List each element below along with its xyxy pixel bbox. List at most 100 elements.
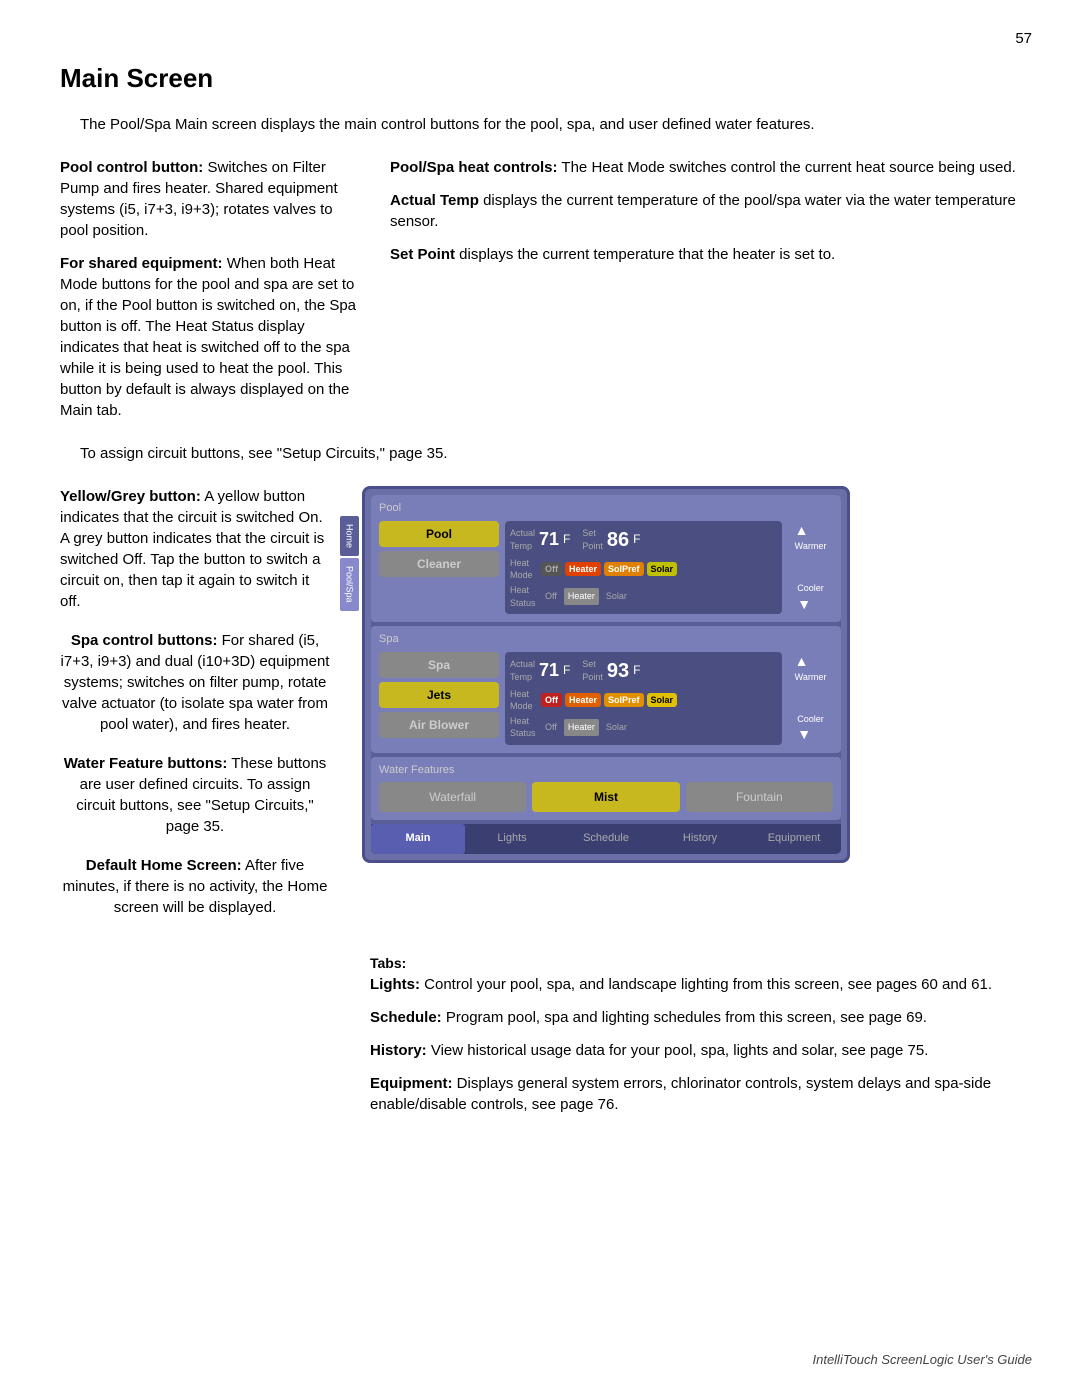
tab-equipment[interactable]: Equipment <box>747 824 841 853</box>
spa-cooler-arrow: ▼ <box>797 725 824 745</box>
spa-hm-solpref[interactable]: SolPref <box>604 693 644 707</box>
schedule-tab-desc: Schedule: Program pool, spa and lighting… <box>370 1007 1020 1028</box>
assign-note: To assign circuit buttons, see "Setup Ci… <box>60 443 1020 464</box>
spa-actual-unit: F <box>563 662 570 679</box>
tab-bar: Main Lights Schedule History Equipment <box>371 824 841 853</box>
pool-control-bold: Pool control button: <box>60 159 203 176</box>
pool-circuit-buttons: Pool Cleaner <box>379 521 499 614</box>
history-tab-desc: History: View historical usage data for … <box>370 1040 1020 1061</box>
water-features-label: Water Features <box>379 763 833 778</box>
screen-ui: Pool Pool Cleaner Actual <box>362 486 850 862</box>
spa-warmer-arrow: ▲ <box>795 652 827 672</box>
spa-button[interactable]: Spa <box>379 652 499 678</box>
lights-text: Control your pool, spa, and landscape li… <box>420 976 992 993</box>
water-feature-bold: Water Feature buttons: <box>64 755 228 772</box>
spa-control-annotation: Spa control buttons: For shared (i5, i7+… <box>60 630 330 735</box>
yellow-grey-bold: Yellow/Grey button: <box>60 488 201 505</box>
spa-cooler-label: Cooler <box>797 713 824 726</box>
page-title: Main Screen <box>60 60 1020 96</box>
side-navigation: Home Pool/Spa <box>340 516 359 611</box>
spa-label: Spa <box>379 632 833 647</box>
left-below <box>60 954 340 1127</box>
pool-set-unit: F <box>633 531 640 548</box>
heat-controls-text: The Heat Mode switches control the curre… <box>558 159 1016 176</box>
pool-actual-unit: F <box>563 531 570 548</box>
spa-hs-off: Off <box>541 719 561 736</box>
shared-equipment-para: For shared equipment: When both Heat Mod… <box>60 253 360 421</box>
spa-circuit-buttons: Spa Jets Air Blower <box>379 652 499 745</box>
spa-hs-heater: Heater <box>564 719 599 736</box>
tab-history[interactable]: History <box>653 824 747 853</box>
mist-button[interactable]: Mist <box>532 782 679 812</box>
footer-text: IntelliTouch ScreenLogic User's Guide <box>812 1351 1032 1369</box>
tab-schedule[interactable]: Schedule <box>559 824 653 853</box>
spa-warmer-label: Warmer <box>795 671 827 684</box>
pool-hs-off: Off <box>541 588 561 605</box>
lights-bold: Lights: <box>370 976 420 993</box>
water-feature-buttons: Waterfall Mist Fountain <box>379 782 833 812</box>
pool-hs-heater: Heater <box>564 588 599 605</box>
history-bold: History: <box>370 1042 427 1059</box>
right-annotations <box>850 486 1020 936</box>
spa-actual-temp: 71 <box>539 658 559 683</box>
pool-hm-solpref[interactable]: SolPref <box>604 562 644 576</box>
pool-button[interactable]: Pool <box>379 521 499 547</box>
yellow-grey-annotation: Yellow/Grey button: A yellow button indi… <box>60 486 330 612</box>
pool-hm-solar[interactable]: Solar <box>647 562 678 576</box>
spa-hs-solar: Solar <box>602 719 631 736</box>
water-feature-annotation: Water Feature buttons: These buttons are… <box>60 753 330 837</box>
tabs-section: Tabs: Lights: Control your pool, spa, an… <box>370 954 1020 1127</box>
equipment-bold: Equipment: <box>370 1075 453 1092</box>
set-point-bold: Set Point <box>390 246 455 263</box>
spa-set-unit: F <box>633 662 640 679</box>
tabs-header: Tabs: <box>370 954 1020 974</box>
actual-temp-text: displays the current temperature of the … <box>390 192 1016 230</box>
pool-warmer-cooler: ▲ Warmer Cooler ▼ <box>788 521 833 614</box>
air-blower-button[interactable]: Air Blower <box>379 712 499 738</box>
pool-set-point: 86 <box>607 526 629 554</box>
fountain-button[interactable]: Fountain <box>686 782 833 812</box>
pool-warmer-label: Warmer <box>795 540 827 553</box>
lights-tab-desc: Lights: Control your pool, spa, and land… <box>370 974 1020 995</box>
default-home-bold: Default Home Screen: <box>86 857 242 874</box>
set-point-para: Set Point displays the current temperatu… <box>390 244 1020 265</box>
cleaner-button[interactable]: Cleaner <box>379 551 499 577</box>
spa-hm-solar[interactable]: Solar <box>647 693 678 707</box>
pool-control-para: Pool control button: Switches on Filter … <box>60 157 360 241</box>
pool-hs-solar: Solar <box>602 588 631 605</box>
equipment-tab-desc: Equipment: Displays general system error… <box>370 1073 1020 1115</box>
pool-section: Pool Pool Cleaner Actual <box>371 495 841 622</box>
spa-hm-heater[interactable]: Heater <box>565 693 601 707</box>
spa-hm-off[interactable]: Off <box>541 693 562 707</box>
tab-main[interactable]: Main <box>371 824 465 853</box>
set-point-text: displays the current temperature that th… <box>455 246 835 263</box>
pool-cooler-arrow: ▼ <box>797 595 824 615</box>
side-nav-poolspa[interactable]: Pool/Spa <box>340 558 359 611</box>
spa-section: Spa Spa Jets Air Blower <box>371 626 841 753</box>
water-features-section: Water Features Waterfall Mist Fountain <box>371 757 841 820</box>
pool-hm-off[interactable]: Off <box>541 562 562 576</box>
pool-hm-heater[interactable]: Heater <box>565 562 601 576</box>
history-text: View historical usage data for your pool… <box>427 1042 929 1059</box>
pool-heat-panel: Actual Temp 71 F Set Point <box>505 521 782 614</box>
schedule-bold: Schedule: <box>370 1009 442 1026</box>
spa-warmer-cooler: ▲ Warmer Cooler ▼ <box>788 652 833 745</box>
tab-lights[interactable]: Lights <box>465 824 559 853</box>
side-nav-home[interactable]: Home <box>340 516 359 556</box>
spa-heat-panel: Actual Temp 71 F Set Point <box>505 652 782 745</box>
waterfall-button[interactable]: Waterfall <box>379 782 526 812</box>
spa-control-bold: Spa control buttons: <box>71 632 218 649</box>
shared-equipment-text: When both Heat Mode buttons for the pool… <box>60 255 356 419</box>
jets-button[interactable]: Jets <box>379 682 499 708</box>
schedule-text: Program pool, spa and lighting schedules… <box>442 1009 927 1026</box>
actual-temp-bold: Actual Temp <box>390 192 479 209</box>
pool-warmer-arrow: ▲ <box>795 521 827 541</box>
pool-cooler-label: Cooler <box>797 582 824 595</box>
page-number: 57 <box>1015 28 1032 49</box>
heat-controls-bold: Pool/Spa heat controls: <box>390 159 558 176</box>
pool-actual-temp: 71 <box>539 527 559 552</box>
shared-equipment-bold: For shared equipment: <box>60 255 223 272</box>
intro-text: The Pool/Spa Main screen displays the ma… <box>60 114 1020 135</box>
spa-set-point: 93 <box>607 657 629 685</box>
default-home-annotation: Default Home Screen: After five minutes,… <box>60 855 330 918</box>
